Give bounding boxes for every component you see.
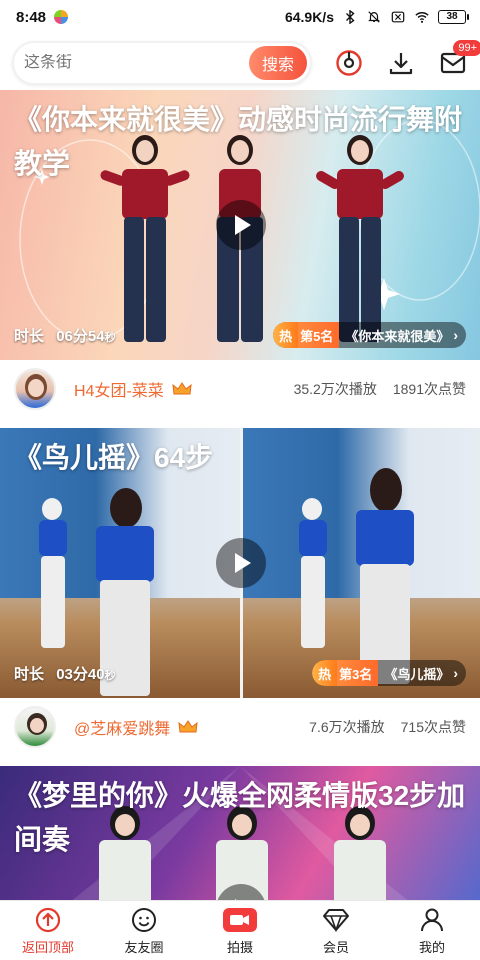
- play-button[interactable]: [216, 200, 266, 250]
- wifi-icon: [415, 12, 429, 23]
- search-header: 搜索 99+: [0, 38, 480, 88]
- avatar[interactable]: [14, 706, 56, 748]
- rank-place: 第3名: [337, 660, 379, 686]
- like-count: 715次点赞: [400, 719, 466, 735]
- video-title: 《梦里的你》火爆全网柔情版32步加间奏: [14, 780, 466, 855]
- nav-friends-circle[interactable]: 友友圈: [96, 901, 192, 960]
- crown-icon: [178, 720, 198, 733]
- mute-bell-icon: [368, 11, 380, 23]
- chevron-right-icon: ›: [453, 665, 458, 681]
- video-card[interactable]: 《你本来就很美》动感时尚流行舞附教学 时长 06分54秒 热 第5名 《你本来就…: [0, 90, 480, 418]
- author-name[interactable]: H4女团-菜菜: [74, 377, 164, 401]
- dancer-figure: [295, 498, 335, 658]
- play-count: 7.6万次播放: [309, 719, 385, 735]
- duration-label: 时长: [14, 666, 45, 683]
- search-box: 搜索: [12, 41, 312, 85]
- header-actions: 99+: [334, 40, 480, 78]
- video-card[interactable]: 《鸟儿摇》64步 时长 03分40秒 热 第3名 《鸟儿摇》 › @芝麻爱跳舞 …: [0, 428, 480, 756]
- duration-unit: 秒: [104, 670, 116, 682]
- author-row[interactable]: @芝麻爱跳舞 7.6万次播放 715次点赞: [0, 698, 480, 756]
- network-speed: 64.9K/s: [284, 9, 334, 25]
- avatar[interactable]: [14, 368, 56, 410]
- download-icon: [389, 53, 413, 75]
- status-right: 64.9K/s 38: [284, 9, 469, 25]
- nav-profile[interactable]: 我的: [384, 901, 480, 960]
- author-name[interactable]: @芝麻爱跳舞: [74, 715, 170, 739]
- bluetooth-icon: [346, 10, 355, 24]
- video-stats: 7.6万次播放 715次点赞: [309, 717, 466, 737]
- duration-unit: 秒: [104, 332, 116, 344]
- search-button[interactable]: 搜索: [249, 46, 307, 80]
- hot-rank-badge[interactable]: 热 第3名 《鸟儿摇》 ›: [312, 660, 466, 686]
- bottom-nav: 返回顶部 友友圈 拍摄 会员 我的: [0, 900, 480, 960]
- play-count: 35.2万次播放: [293, 381, 377, 397]
- duration-label: 时长: [14, 328, 45, 345]
- music-disc-button[interactable]: [334, 48, 364, 78]
- video-duration: 时长 06分54秒: [14, 325, 116, 346]
- crown-icon: [172, 382, 192, 395]
- video-feed: 《你本来就很美》动感时尚流行舞附教学 时长 06分54秒 热 第5名 《你本来就…: [0, 90, 480, 926]
- person-icon: [418, 906, 446, 934]
- rank-song: 《你本来就很美》: [345, 328, 450, 344]
- nav-back-to-top[interactable]: 返回顶部: [0, 901, 96, 960]
- dancer-figure: [350, 468, 420, 688]
- download-button[interactable]: [386, 48, 416, 78]
- messages-button[interactable]: 99+: [438, 40, 480, 78]
- video-duration: 时长 03分40秒: [14, 663, 116, 684]
- nav-shoot[interactable]: 拍摄: [192, 901, 288, 960]
- music-disc-icon: [336, 50, 362, 76]
- nav-label: 友友圈: [124, 939, 164, 955]
- battery-indicator: 38: [438, 10, 469, 24]
- nav-membership[interactable]: 会员: [288, 901, 384, 960]
- video-title: 《你本来就很美》动感时尚流行舞附教学: [14, 104, 463, 179]
- duration-value: 03分40: [56, 666, 105, 683]
- video-thumbnail[interactable]: 《你本来就很美》动感时尚流行舞附教学 时长 06分54秒 热 第5名 《你本来就…: [0, 90, 480, 360]
- rank-place: 第5名: [298, 322, 340, 348]
- nav-label: 我的: [418, 939, 445, 955]
- rank-song: 《鸟儿摇》: [384, 666, 450, 682]
- video-thumbnail[interactable]: 《鸟儿摇》64步 时长 03分40秒 热 第3名 《鸟儿摇》 ›: [0, 428, 480, 698]
- chevron-right-icon: ›: [453, 327, 458, 343]
- nav-label: 拍摄: [226, 939, 253, 955]
- hot-label: 热: [273, 322, 299, 348]
- hot-rank-badge[interactable]: 热 第5名 《你本来就很美》 ›: [273, 322, 466, 348]
- video-stats: 35.2万次播放 1891次点赞: [294, 379, 466, 399]
- arrow-up-circle-icon: [34, 906, 62, 934]
- status-bar: 8:48 64.9K/s 38: [0, 0, 480, 34]
- app-notification-icon: [54, 10, 69, 24]
- dancer-figure: [35, 498, 75, 658]
- search-input[interactable]: [24, 54, 249, 72]
- nav-label: 会员: [322, 939, 349, 955]
- status-time: 8:48: [16, 8, 47, 26]
- message-count-badge: 99+: [453, 40, 480, 56]
- play-button[interactable]: [216, 538, 266, 588]
- duration-value: 06分54: [56, 328, 105, 345]
- video-camera-icon: [222, 906, 258, 934]
- smile-face-icon: [130, 906, 158, 934]
- nav-label: 返回顶部: [21, 939, 74, 955]
- video-title: 《鸟儿摇》64步: [14, 442, 214, 473]
- diamond-icon: [322, 906, 350, 934]
- like-count: 1891次点赞: [392, 381, 466, 397]
- author-row[interactable]: H4女团-菜菜 35.2万次播放 1891次点赞: [0, 360, 480, 418]
- hot-label: 热: [312, 660, 338, 686]
- sim-off-icon: [391, 11, 405, 23]
